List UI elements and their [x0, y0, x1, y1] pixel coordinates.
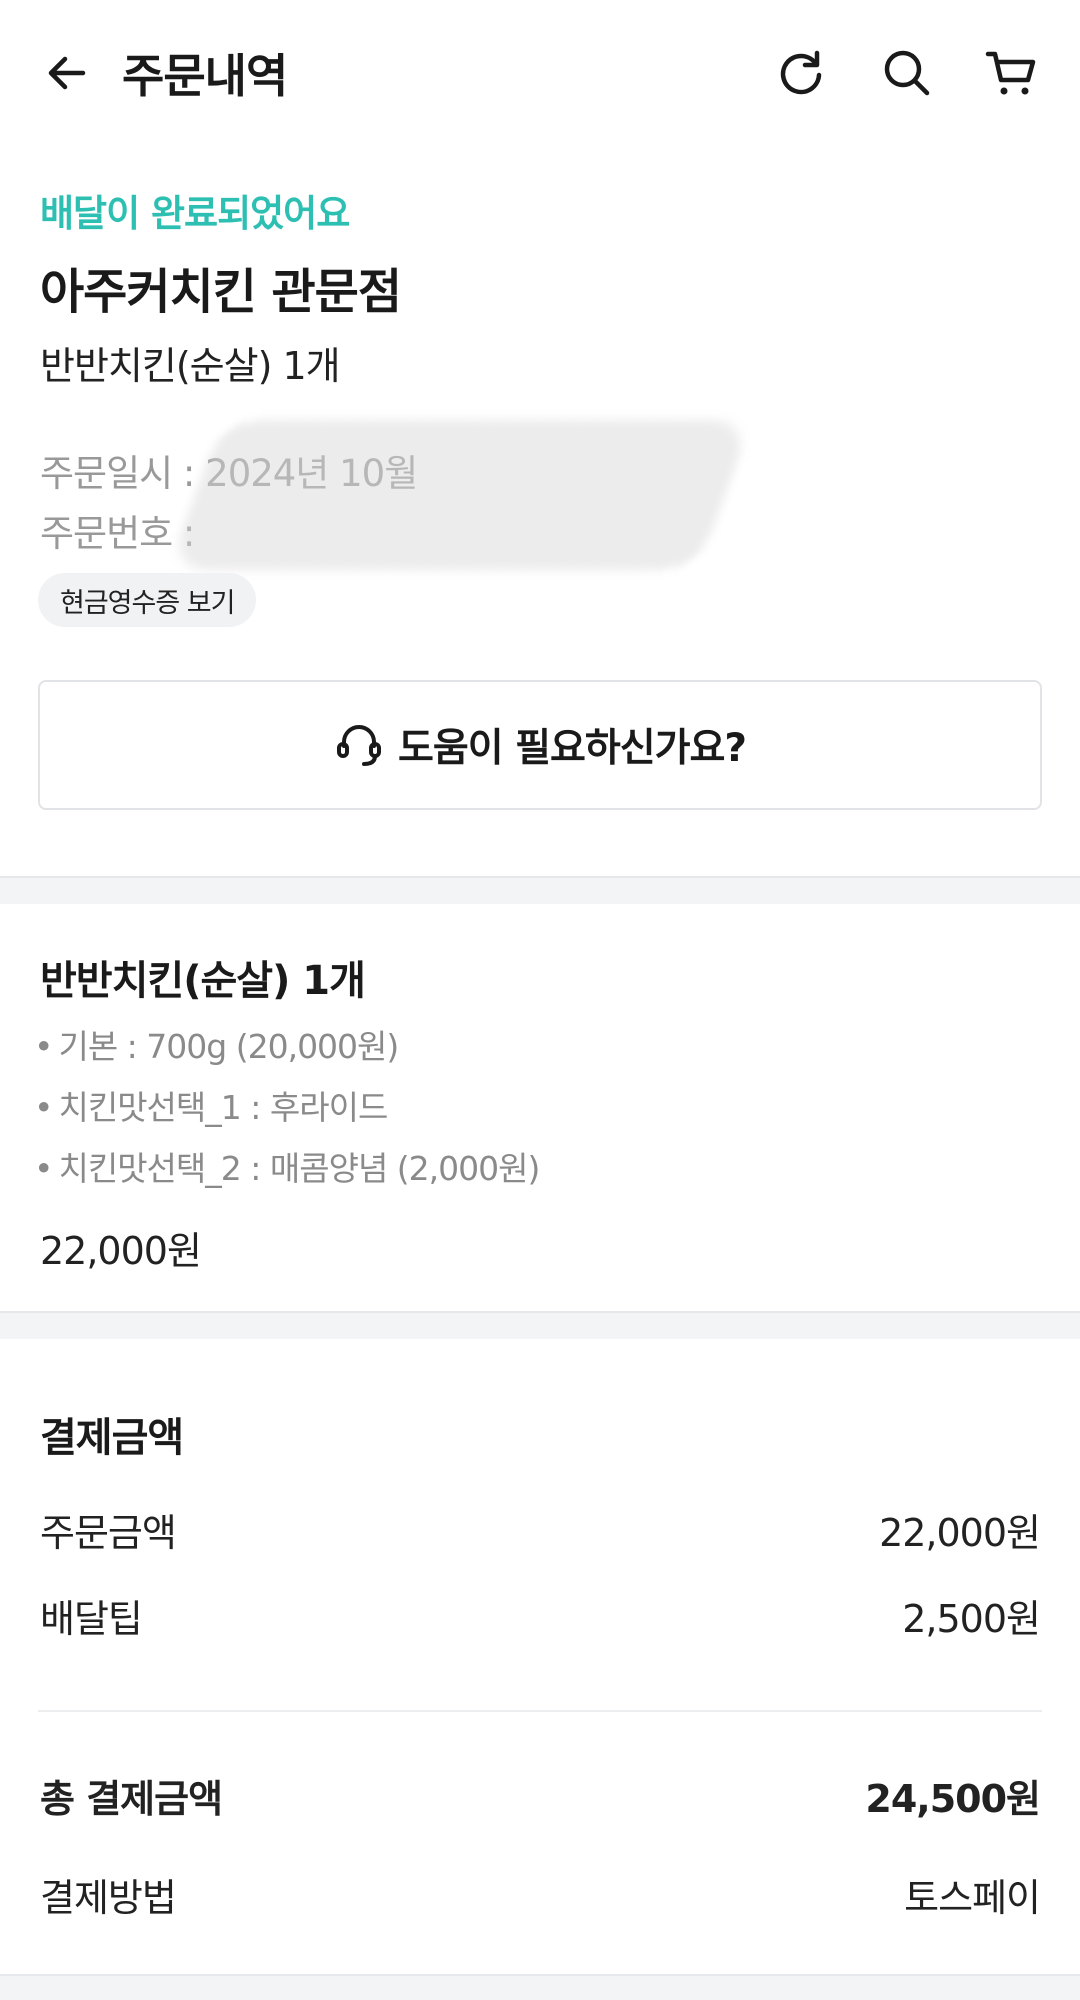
- menu-summary: 반반치킨(순살) 1개: [40, 344, 341, 388]
- store-name: 아주커치킨 관문점: [40, 264, 402, 320]
- payment-section-title: 결제금액: [40, 1415, 184, 1461]
- refresh-button[interactable]: [766, 38, 836, 108]
- section-divider: [0, 1974, 1080, 2000]
- cart-button[interactable]: [976, 38, 1046, 108]
- delivery-status: 배달이 완료되었어요: [40, 192, 350, 235]
- refresh-icon: [780, 50, 822, 95]
- cash-receipt-button[interactable]: 현금영수증 보기: [38, 573, 257, 627]
- total-amount-label: 총 결제금액: [40, 1777, 223, 1821]
- page-title: 주문내역: [122, 49, 288, 103]
- back-button[interactable]: [32, 38, 102, 108]
- divider-line: [38, 1710, 1042, 1712]
- headset-icon: [336, 725, 381, 766]
- delivery-tip-value: 2,500원: [902, 1597, 1041, 1641]
- item-title: 반반치킨(순살) 1개: [40, 958, 366, 1004]
- redaction-scribble: [167, 420, 753, 570]
- payment-method-label: 결제방법: [40, 1876, 177, 1920]
- bullet: •: [34, 1027, 53, 1066]
- item-price: 22,000원: [40, 1229, 202, 1273]
- help-button[interactable]: 도움이 필요하신가요?: [38, 680, 1042, 810]
- item-option: • 기본 : 700g (20,000원): [34, 1020, 399, 1068]
- cart-icon: [985, 51, 1036, 95]
- item-option: • 치킨맛선택_1 : 후라이드: [34, 1081, 388, 1129]
- order-amount-value: 22,000원: [879, 1511, 1041, 1555]
- top-app-bar: 주문내역: [0, 0, 1080, 150]
- order-amount-label: 주문금액: [40, 1511, 177, 1555]
- order-detail-page: 주문내역 배달이 완료되었어요 아주커치킨 관문점 반반치킨(순살) 1개 주문…: [0, 0, 1080, 2000]
- item-option-text: 치킨맛선택_2 : 매콤양념 (2,000원): [58, 1149, 540, 1188]
- delivery-tip-label: 배달팁: [40, 1597, 143, 1641]
- item-option-text: 치킨맛선택_1 : 후라이드: [58, 1088, 388, 1127]
- order-number: 주문번호 :: [40, 512, 195, 555]
- search-button[interactable]: [872, 38, 942, 108]
- bullet: •: [34, 1088, 53, 1127]
- item-option-text: 기본 : 700g (20,000원): [58, 1027, 399, 1066]
- arrow-left-icon: [48, 56, 86, 90]
- item-option: • 치킨맛선택_2 : 매콤양념 (2,000원): [34, 1142, 540, 1190]
- help-button-label: 도움이 필요하신가요?: [397, 726, 747, 771]
- section-divider: [0, 876, 1080, 904]
- payment-method-value: 토스페이: [904, 1876, 1041, 1920]
- bullet: •: [34, 1149, 53, 1188]
- total-amount-value: 24,500원: [865, 1777, 1041, 1821]
- section-divider: [0, 1311, 1080, 1339]
- search-icon: [884, 50, 930, 96]
